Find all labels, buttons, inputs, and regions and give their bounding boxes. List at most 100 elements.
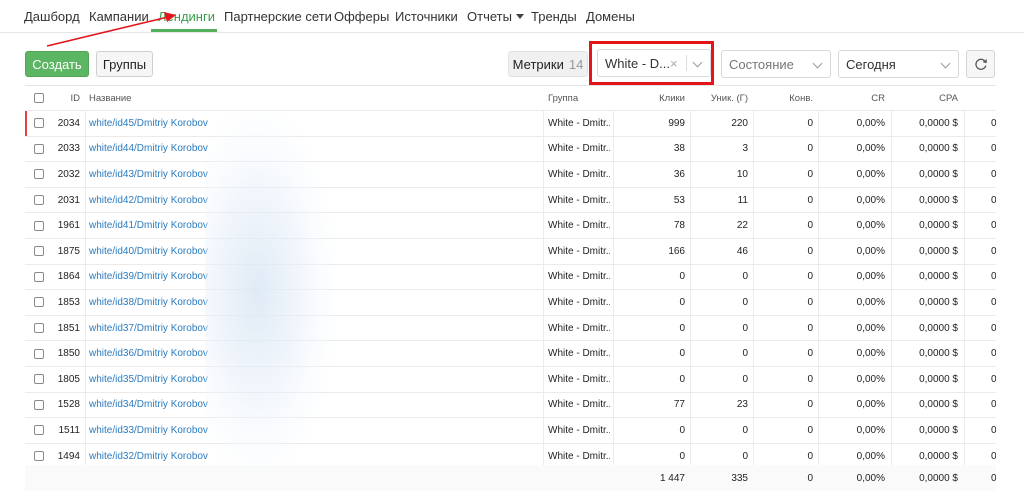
- cell-clicks: 0: [679, 296, 685, 308]
- header-group[interactable]: Группа: [548, 86, 608, 110]
- row-checkbox[interactable]: [34, 348, 44, 359]
- cell-extra: 0: [991, 316, 996, 341]
- date-range-value: Сегодня: [846, 56, 896, 72]
- cell-cpa: 0,0000 $: [919, 348, 958, 360]
- table-row[interactable]: 1961 white/id41/Dmitriy Korobov White - Dm…: [25, 213, 996, 239]
- cell-extra: 0: [991, 188, 996, 213]
- cell-group: White - Dmitr...: [548, 143, 610, 155]
- state-filter-select[interactable]: Состояние: [721, 50, 831, 78]
- table-row[interactable]: 1528 white/id34/Dmitriy Korobov White - Dm…: [25, 393, 996, 419]
- cell-cr: 0,00%: [856, 143, 885, 155]
- chevron-down-icon[interactable]: [692, 57, 703, 68]
- cell-unique: 0: [742, 424, 748, 436]
- nav-item-trends[interactable]: Тренды: [531, 9, 577, 24]
- nav-item-reports-label: Отчеты: [467, 9, 512, 24]
- nav-item-affiliate-networks[interactable]: Партнерские сети: [224, 9, 332, 24]
- nav-item-landings[interactable]: Лендинги: [158, 9, 215, 24]
- cell-unique: 0: [742, 271, 748, 283]
- header-name[interactable]: Название: [89, 86, 289, 110]
- row-checkbox[interactable]: [34, 323, 44, 334]
- cell-group: White - Dmitr...: [548, 220, 610, 232]
- nav-item-dashboard[interactable]: Дашборд: [24, 9, 80, 24]
- total-extra: 0: [991, 465, 996, 491]
- header-cr[interactable]: CR: [821, 86, 885, 110]
- table-row[interactable]: 1875 white/id40/Dmitriy Korobov White - Dm…: [25, 239, 996, 265]
- chevron-down-icon: [812, 58, 823, 69]
- row-checkbox[interactable]: [34, 297, 44, 308]
- cell-id: 1511: [58, 424, 80, 436]
- cell-extra: 0: [991, 137, 996, 162]
- group-filter-select[interactable]: White - D... ×: [597, 49, 711, 77]
- cell-conversions: 0: [807, 373, 813, 385]
- metrics-button[interactable]: Метрики 14: [508, 51, 588, 77]
- cell-unique: 0: [742, 322, 748, 334]
- cell-group: White - Dmitr...: [548, 245, 610, 257]
- row-checkbox[interactable]: [34, 118, 44, 129]
- cell-id: 1850: [57, 348, 80, 360]
- cell-extra: 0: [991, 239, 996, 264]
- table-row[interactable]: 1805 white/id35/Dmitriy Korobov White - Dm…: [25, 367, 996, 393]
- table-row[interactable]: 1851 white/id37/Dmitriy Korobov White - Dm…: [25, 316, 996, 342]
- nav-item-campaigns[interactable]: Кампании: [89, 9, 149, 24]
- cell-id: 1528: [57, 399, 80, 411]
- select-all-checkbox[interactable]: [34, 93, 44, 103]
- cell-unique: 10: [736, 168, 748, 180]
- table-row[interactable]: 2032 white/id43/Dmitriy Korobov White - Dm…: [25, 162, 996, 188]
- cell-conversions: 0: [807, 322, 813, 334]
- cell-extra: 0: [991, 367, 996, 392]
- cell-group: White - Dmitr...: [548, 373, 610, 385]
- row-checkbox[interactable]: [34, 169, 44, 180]
- cell-id: 1853: [57, 296, 80, 308]
- table-row[interactable]: 1511 white/id33/Dmitriy Korobov White - Dm…: [25, 418, 996, 444]
- table-row[interactable]: 2034 white/id45/Dmitriy Korobov White - Dm…: [25, 111, 996, 137]
- header-clicks[interactable]: Клики: [617, 86, 685, 110]
- row-checkbox[interactable]: [34, 271, 44, 282]
- nav-item-offers[interactable]: Офферы: [334, 9, 389, 24]
- table-row[interactable]: 2031 white/id42/Dmitriy Korobov White - Dm…: [25, 188, 996, 214]
- groups-button[interactable]: Группы: [96, 51, 153, 77]
- row-checkbox-cell: [34, 316, 48, 341]
- nav-item-reports[interactable]: Отчеты: [467, 9, 524, 24]
- header-conversions[interactable]: Конв.: [756, 86, 813, 110]
- row-checkbox[interactable]: [34, 451, 44, 462]
- row-selected-marker: [25, 111, 27, 136]
- row-checkbox[interactable]: [34, 220, 44, 231]
- row-checkbox[interactable]: [34, 399, 44, 410]
- header-cpa[interactable]: CPA: [894, 86, 958, 110]
- cell-cpa: 0,0000 $: [919, 373, 958, 385]
- clear-icon[interactable]: ×: [670, 56, 678, 71]
- row-checkbox[interactable]: [34, 425, 44, 436]
- nav-item-domains[interactable]: Домены: [586, 9, 635, 24]
- table-totals-row: 1 447 335 0 0,00% 0,0000 $ 0: [25, 465, 996, 491]
- header-id[interactable]: ID: [55, 86, 81, 110]
- cell-id: 1805: [57, 373, 80, 385]
- row-checkbox[interactable]: [34, 195, 44, 206]
- cell-group: White - Dmitr...: [548, 117, 610, 129]
- caret-down-icon: [515, 14, 524, 19]
- cell-unique: 0: [742, 373, 748, 385]
- cell-unique: 0: [742, 296, 748, 308]
- cell-clicks: 38: [673, 143, 685, 155]
- date-range-select[interactable]: Сегодня: [838, 50, 959, 78]
- row-checkbox[interactable]: [34, 143, 44, 154]
- cell-group: White - Dmitr...: [548, 348, 610, 360]
- table-row[interactable]: 1850 white/id36/Dmitriy Korobov White - Dm…: [25, 341, 996, 367]
- header-unique[interactable]: Уник. (Г): [693, 86, 748, 110]
- row-checkbox-cell: [34, 111, 48, 136]
- cell-cpa: 0,0000 $: [919, 322, 958, 334]
- nav-item-sources[interactable]: Источники: [395, 9, 458, 24]
- cell-extra: 0: [991, 265, 996, 290]
- cell-id: 2033: [57, 143, 80, 155]
- cell-cpa: 0,0000 $: [919, 245, 958, 257]
- cell-cpa: 0,0000 $: [919, 399, 958, 411]
- table-row[interactable]: 2033 white/id44/Dmitriy Korobov White - Dm…: [25, 137, 996, 163]
- cell-unique: 3: [742, 143, 748, 155]
- refresh-button[interactable]: [966, 50, 995, 78]
- row-checkbox-cell: [34, 137, 48, 162]
- table-row[interactable]: 1864 white/id39/Dmitriy Korobov White - Dm…: [25, 265, 996, 291]
- table-row[interactable]: 1853 white/id38/Dmitriy Korobov White - Dm…: [25, 290, 996, 316]
- row-checkbox[interactable]: [34, 246, 44, 257]
- row-checkbox[interactable]: [34, 374, 44, 385]
- create-button[interactable]: Создать: [25, 51, 89, 77]
- cell-clicks: 78: [673, 220, 685, 232]
